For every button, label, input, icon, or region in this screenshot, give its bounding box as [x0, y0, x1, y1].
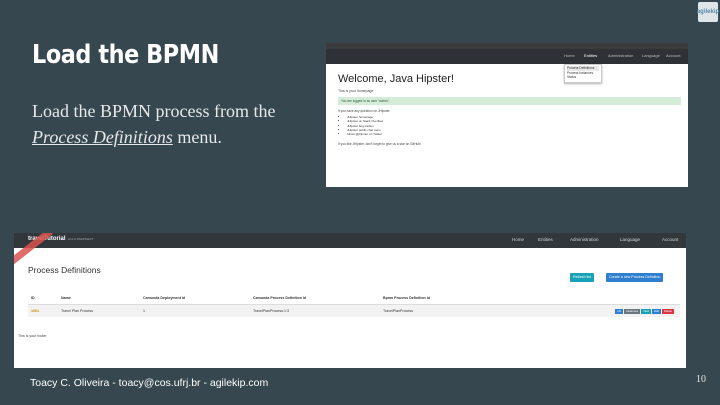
welcome-heading: Welcome, Java Hipster! [338, 73, 454, 85]
init-button[interactable]: Init [615, 309, 624, 314]
login-alert: You are logged in as user "admin". [338, 97, 681, 105]
refresh-button[interactable]: Refresh list [570, 273, 594, 282]
nav-language[interactable]: Language [620, 237, 640, 242]
link-twitter[interactable]: follow @jhipster on Twitter [347, 132, 383, 136]
nav-administration[interactable]: Administration [570, 237, 599, 242]
slide-body: Load the BPMN process from the Process D… [32, 98, 302, 150]
column-header[interactable]: Camunda Deployment Id [140, 292, 250, 305]
column-header[interactable]: ID [28, 292, 58, 305]
nav-home[interactable]: Home [512, 237, 524, 242]
table-header: ID Name Camunda Deployment Id Camunda Pr… [28, 292, 680, 305]
delete-button[interactable]: Delete [661, 309, 674, 314]
agilekip-logo: agilekip [697, 2, 719, 22]
link-stackoverflow[interactable]: JHipster on Stack Overflow [347, 119, 383, 123]
brand-version: v0.0.1-SNAPSHOT [67, 237, 94, 241]
body-emphasis: Process Definitions [32, 127, 173, 147]
column-header[interactable]: Bpmn Process Definition Id [380, 292, 680, 305]
cell-name: Travel Plan Process [58, 304, 140, 317]
nav-language[interactable]: Language [642, 53, 660, 58]
process-definitions-table: ID Name Camunda Deployment Id Camunda Pr… [28, 292, 680, 317]
slide-footer: Toacy C. Oliveira - toacy@cos.ufrj.br - … [30, 377, 269, 389]
cell-id[interactable]: 1001 [28, 304, 58, 317]
nav-entities[interactable]: Entities [584, 53, 597, 58]
body-text-suffix: menu. [172, 127, 222, 147]
entities-dropdown: Process Definitions Process Instances St… [564, 64, 602, 83]
column-header[interactable]: Camunda Process Definition Id [250, 292, 380, 305]
navbar: Home Entities Administration Language Ac… [326, 49, 688, 64]
menu-process-definitions[interactable]: Process Definitions [567, 66, 599, 71]
page-title: Process Definitions [28, 265, 101, 275]
cell-process-definition-id: TravelPlanProcess:1:3 [250, 304, 380, 317]
slide-title: Load the BPMN [32, 40, 219, 70]
row-actions: Init Instances View Edit Delete [615, 309, 674, 314]
nav-home[interactable]: Home [564, 53, 575, 58]
nav-administration[interactable]: Administration [608, 53, 633, 58]
homepage-text: This is your homepage [338, 89, 374, 93]
screenshot-homepage: Home Entities Administration Language Ac… [326, 43, 688, 187]
nav-entities[interactable]: Entities [538, 237, 553, 242]
view-button[interactable]: View [641, 309, 652, 314]
column-header[interactable]: Name [58, 292, 140, 305]
github-text: If you like JHipster, don't forget to gi… [338, 142, 421, 146]
navbar: travelTutorial v0.0.1-SNAPSHOT Home Entit… [14, 233, 686, 248]
page-number: 10 [696, 374, 706, 385]
question-text: If you have any question on JHipster: [338, 109, 391, 113]
cell-deployment-id: 1 [140, 304, 250, 317]
links-list: JHipster homepage JHipster on Stack Over… [342, 115, 383, 136]
instances-button[interactable]: Instances [624, 309, 641, 314]
nav-account[interactable]: Account [662, 237, 678, 242]
menu-status[interactable]: Status [567, 75, 599, 80]
edit-button[interactable]: Edit [652, 309, 661, 314]
nav-account[interactable]: Account [666, 53, 680, 58]
app-footer: This is your footer [18, 334, 47, 338]
create-button[interactable]: Create a new Process Definition [606, 273, 664, 282]
table-row: 1001 Travel Plan Process 1 TravelPlanPro… [28, 304, 680, 317]
screenshot-process-definitions: travelTutorial v0.0.1-SNAPSHOT Home Entit… [14, 233, 686, 368]
body-text-prefix: Load the BPMN process from the [32, 101, 276, 121]
